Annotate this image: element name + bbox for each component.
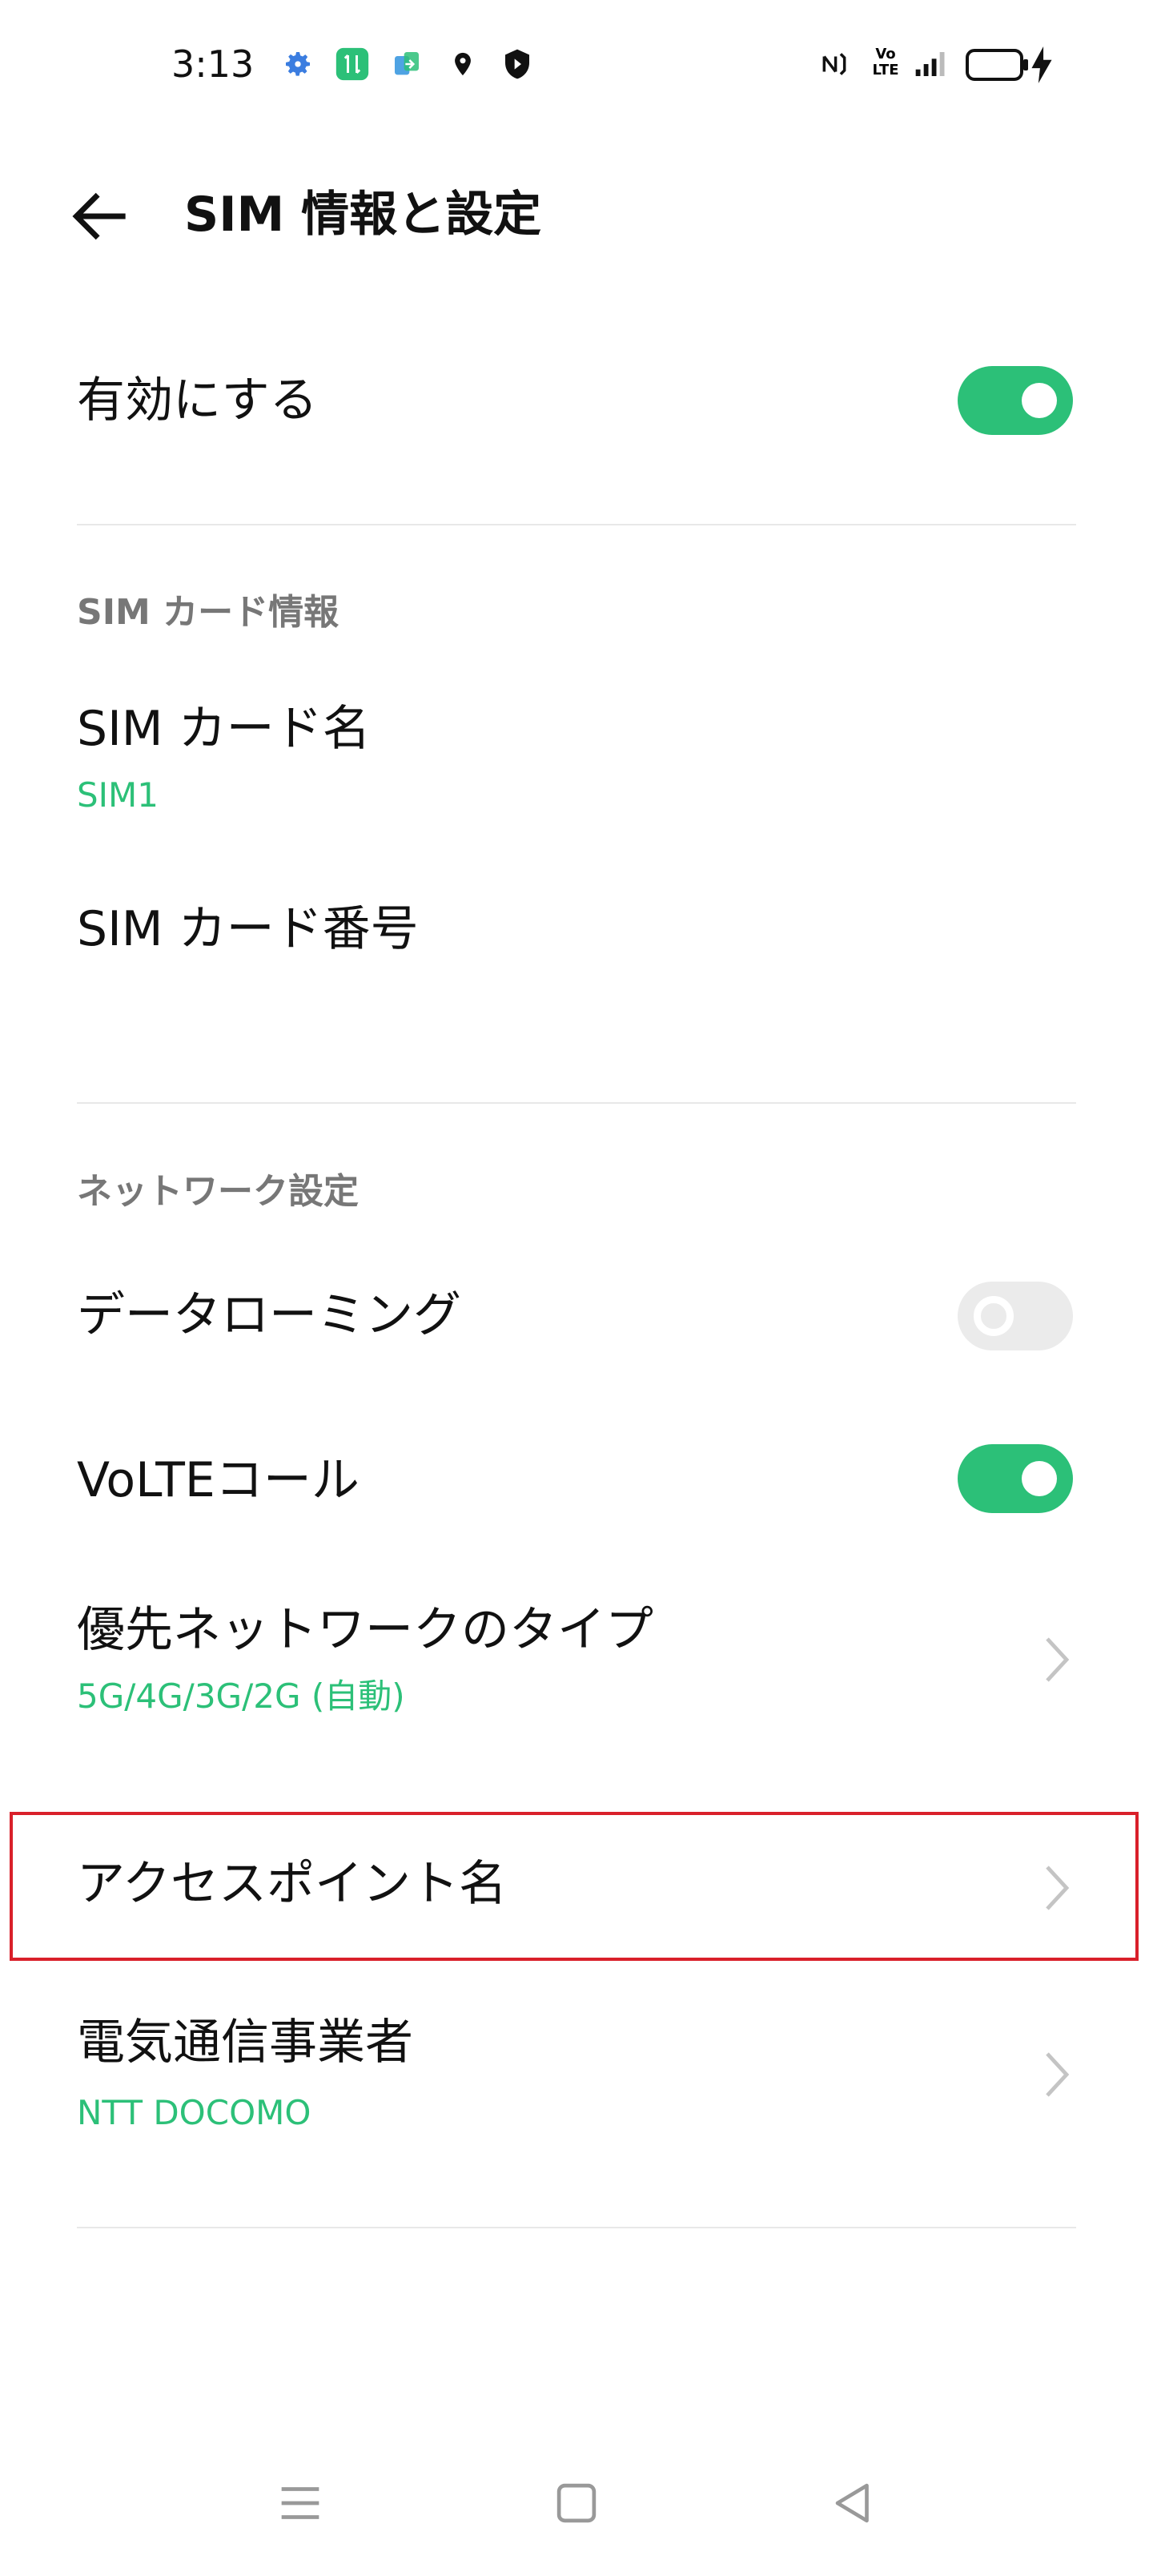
chevron-right-icon xyxy=(1041,1862,1073,1914)
volte-icon: Vo LTE xyxy=(870,46,902,83)
signal-icon xyxy=(913,46,948,82)
divider xyxy=(77,524,1076,525)
back-button[interactable] xyxy=(64,179,138,253)
chevron-right-icon xyxy=(1041,2049,1073,2100)
section-heading-network: ネットワーク設定 xyxy=(77,1171,359,1212)
sim-card-number-label: SIM カード番号 xyxy=(77,901,419,957)
location-pin-icon xyxy=(445,46,480,82)
settings-gear-icon xyxy=(280,46,315,82)
sim-card-name-label: SIM カード名 xyxy=(77,701,371,757)
nfc-icon xyxy=(817,46,852,82)
enable-toggle[interactable] xyxy=(958,366,1073,435)
shield-icon xyxy=(500,46,535,82)
data-roaming-label: データローミング xyxy=(77,1287,461,1343)
volte-icon-text-top: Vo xyxy=(875,46,896,62)
charging-bolt-icon xyxy=(1030,46,1054,83)
volte-icon-text-bottom: LTE xyxy=(872,62,899,78)
carrier-label: 電気通信事業者 xyxy=(77,2015,413,2071)
enable-label: 有効にする xyxy=(77,372,318,429)
divider xyxy=(77,1102,1076,1104)
volte-call-label: VoLTEコール xyxy=(77,1452,360,1508)
home-square-icon[interactable] xyxy=(548,2475,605,2531)
back-triangle-icon[interactable] xyxy=(825,2475,881,2531)
battery-icon xyxy=(966,48,1030,82)
menu-lines-icon[interactable] xyxy=(272,2475,328,2531)
preferred-network-label: 優先ネットワークのタイプ xyxy=(77,1602,653,1658)
divider xyxy=(77,2227,1076,2228)
data-transfer-icon xyxy=(335,46,370,82)
volte-call-toggle[interactable] xyxy=(958,1444,1073,1513)
preferred-network-value: 5G/4G/3G/2G (自動) xyxy=(77,1676,405,1716)
page-title: SIM 情報と設定 xyxy=(184,187,542,243)
section-heading-sim-info: SIM カード情報 xyxy=(77,592,339,633)
access-point-name-label: アクセスポイント名 xyxy=(77,1856,507,1912)
app-clone-icon xyxy=(389,46,424,82)
sim-card-name-value: SIM1 xyxy=(77,775,159,815)
data-roaming-toggle[interactable] xyxy=(958,1282,1073,1350)
status-time: 3:13 xyxy=(171,42,255,86)
chevron-right-icon xyxy=(1041,1634,1073,1685)
carrier-value: NTT DOCOMO xyxy=(77,2093,311,2132)
